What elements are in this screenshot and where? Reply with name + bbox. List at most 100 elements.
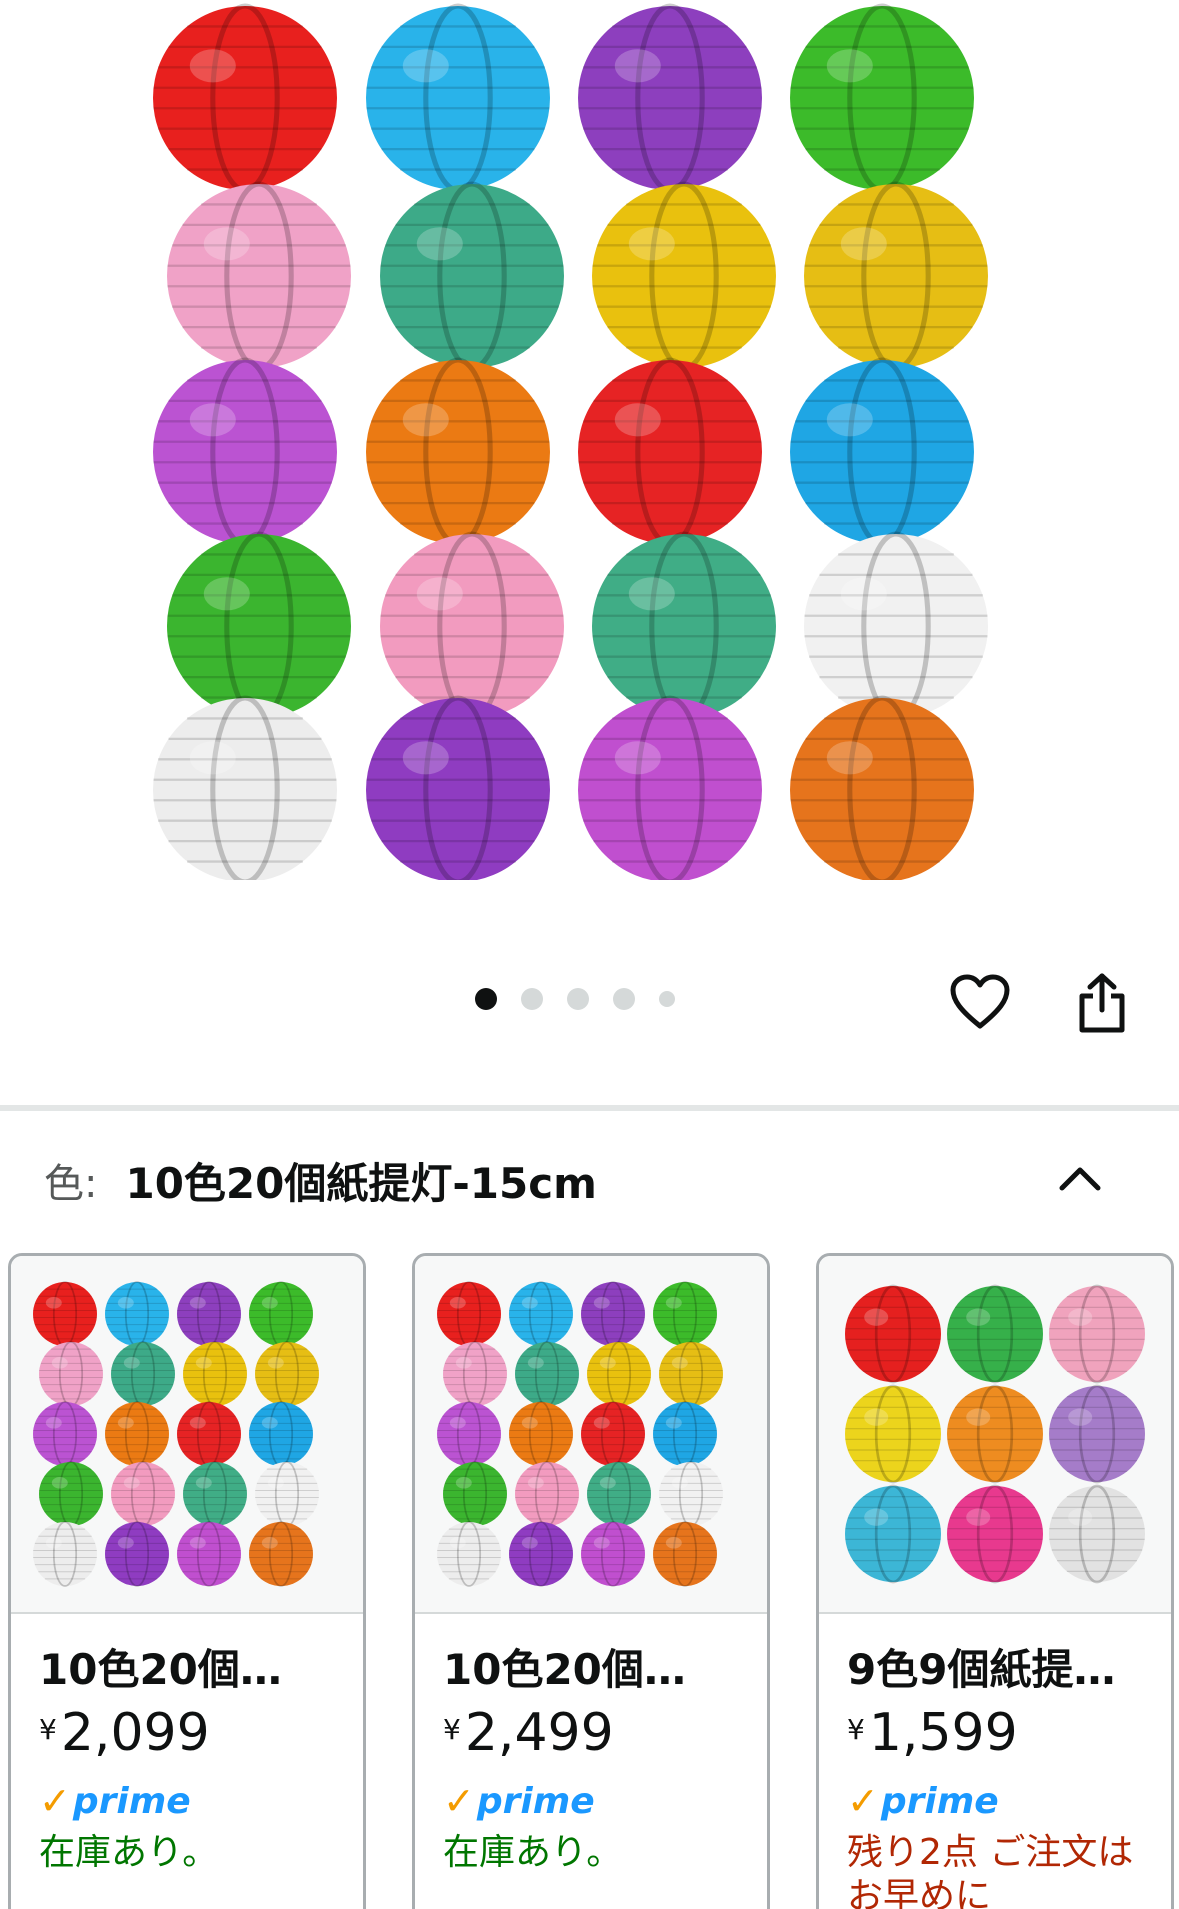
variation-value: 10色20個紙提灯-15cm: [125, 1158, 597, 1208]
lantern: [105, 1521, 169, 1587]
chevron-up-icon[interactable]: [1056, 1158, 1104, 1198]
paper-lantern-set-photo: [150, 0, 1030, 880]
currency-symbol: ¥: [443, 1713, 461, 1746]
lantern: [177, 1401, 241, 1467]
lantern: [587, 1461, 651, 1527]
stock-status: 在庫あり。: [443, 1832, 623, 1873]
lantern: [947, 1484, 1043, 1584]
lantern: [177, 1521, 241, 1587]
option-price: ¥ 1,599: [847, 1703, 1143, 1763]
lantern: [790, 357, 974, 547]
stock-status: 在庫あり。: [39, 1832, 219, 1873]
lantern: [249, 1521, 313, 1587]
lantern: [183, 1461, 247, 1527]
lantern: [790, 3, 974, 193]
lantern: [153, 695, 337, 880]
variation-header[interactable]: 色: 10色20個紙提灯-15cm: [44, 1150, 1144, 1210]
lantern: [659, 1341, 723, 1407]
lantern-grid-image: [153, 3, 988, 880]
wishlist-button[interactable]: [948, 970, 1012, 1034]
variation-label: 色:: [44, 1161, 98, 1207]
prime-label: prime: [476, 1780, 595, 1822]
lantern: [443, 1341, 507, 1407]
prime-check-icon: ✓: [39, 1779, 71, 1823]
option-thumbnail-image: [845, 1284, 1145, 1584]
lantern: [437, 1281, 501, 1347]
product-image-carousel[interactable]: [0, 0, 1179, 1100]
lantern: [1049, 1484, 1145, 1584]
prime-check-icon: ✓: [847, 1779, 879, 1823]
carousel-dot-4[interactable]: [613, 988, 635, 1010]
option-thumbnail: [11, 1256, 363, 1614]
lantern: [592, 531, 776, 721]
prime-label: prime: [880, 1780, 999, 1822]
prime-check-icon: ✓: [443, 1779, 475, 1823]
lantern: [105, 1401, 169, 1467]
lantern: [592, 181, 776, 371]
currency-symbol: ¥: [39, 1713, 57, 1746]
lantern: [111, 1461, 175, 1527]
lantern: [111, 1341, 175, 1407]
lantern: [153, 357, 337, 547]
lantern: [581, 1401, 645, 1467]
section-divider: [0, 1105, 1179, 1111]
lantern: [515, 1341, 579, 1407]
option-title: 9色9個紙提…: [847, 1645, 1116, 1694]
lantern: [167, 531, 351, 721]
carousel-page-indicator: [475, 988, 675, 1010]
lantern: [509, 1401, 573, 1467]
lantern: [255, 1341, 319, 1407]
lantern: [578, 3, 762, 193]
carousel-dot-1[interactable]: [475, 988, 497, 1010]
option-thumbnail-image: [33, 1281, 319, 1587]
lantern: [105, 1281, 169, 1347]
carousel-dot-5[interactable]: [659, 991, 675, 1007]
lantern: [653, 1521, 717, 1587]
lantern: [515, 1461, 579, 1527]
variation-option-card-3[interactable]: 9色9個紙提… ¥ 1,599 ✓ prime 残り2点 ご注文はお早めに: [816, 1253, 1174, 1909]
lantern: [443, 1461, 507, 1527]
lantern: [509, 1281, 573, 1347]
lantern: [380, 531, 564, 721]
currency-symbol: ¥: [847, 1713, 865, 1746]
lantern: [153, 3, 337, 193]
price-value: 1,599: [868, 1703, 1018, 1763]
option-thumbnail: [819, 1256, 1171, 1614]
lantern: [804, 181, 988, 371]
option-thumbnail-image: [437, 1281, 723, 1587]
share-button[interactable]: [1070, 968, 1134, 1038]
lantern: [177, 1281, 241, 1347]
lantern: [366, 695, 550, 880]
lantern: [366, 3, 550, 193]
lantern: [509, 1521, 573, 1587]
lantern: [249, 1281, 313, 1347]
lantern: [587, 1341, 651, 1407]
share-icon: [1079, 973, 1125, 1033]
lantern: [845, 1484, 941, 1584]
prime-badge: ✓ prime: [443, 1779, 739, 1823]
lantern: [653, 1401, 717, 1467]
lantern: [255, 1461, 319, 1527]
option-price: ¥ 2,499: [443, 1703, 739, 1763]
option-price: ¥ 2,099: [39, 1703, 335, 1763]
lantern: [39, 1341, 103, 1407]
carousel-dot-2[interactable]: [521, 988, 543, 1010]
lantern: [947, 1384, 1043, 1484]
lantern: [167, 181, 351, 371]
option-title: 10色20個…: [443, 1645, 686, 1694]
option-thumbnail: [415, 1256, 767, 1614]
lantern: [578, 357, 762, 547]
variation-option-card-1[interactable]: 10色20個… ¥ 2,099 ✓ prime 在庫あり。: [8, 1253, 366, 1909]
lantern: [659, 1461, 723, 1527]
carousel-dot-3[interactable]: [567, 988, 589, 1010]
stock-status: 残り2点 ご注文はお早めに: [847, 1832, 1134, 1909]
lantern: [653, 1281, 717, 1347]
lantern: [380, 181, 564, 371]
lantern: [578, 695, 762, 880]
heart-outline-icon: [950, 974, 1010, 1029]
prime-badge: ✓ prime: [847, 1779, 1143, 1823]
lantern: [790, 695, 974, 880]
variation-option-card-2[interactable]: 10色20個… ¥ 2,499 ✓ prime 在庫あり。: [412, 1253, 770, 1909]
lantern: [581, 1521, 645, 1587]
prime-badge: ✓ prime: [39, 1779, 335, 1823]
